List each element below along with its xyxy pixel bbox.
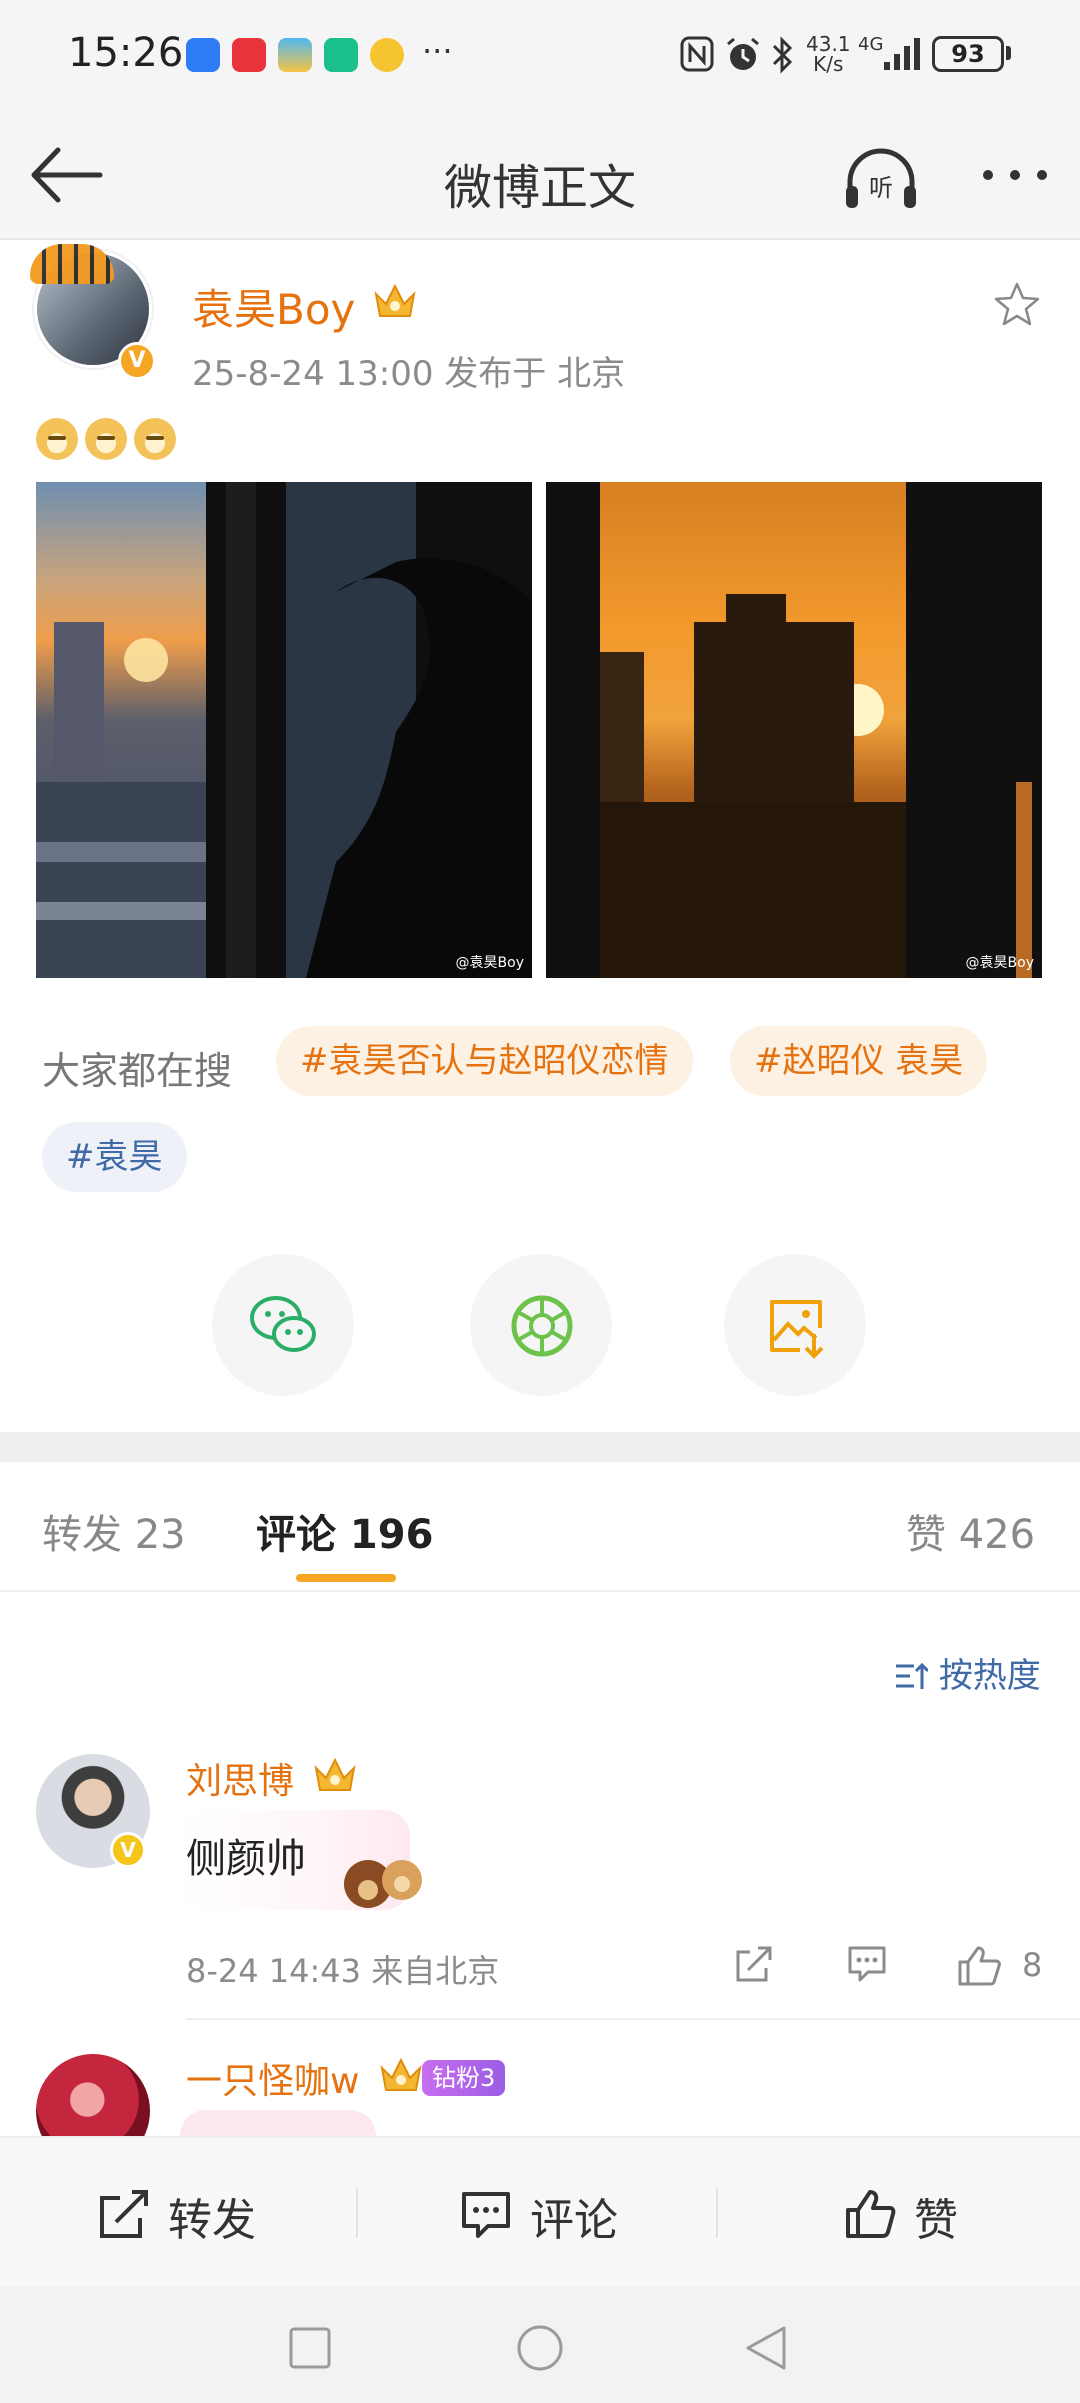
back-icon[interactable] <box>744 2324 788 2372</box>
image-watermark: @袁昊Boy <box>455 955 524 971</box>
doge-emoji-icon <box>36 418 78 460</box>
tab-likes[interactable]: 赞 426 <box>906 1502 1035 1560</box>
comment-like-count: 8 <box>1022 1946 1043 1984</box>
post-emoji-row <box>36 418 178 464</box>
fan-level-badge: 钻粉3 <box>422 2060 506 2096</box>
repost-icon <box>100 2190 148 2238</box>
avatar-frame-tiger <box>30 244 114 284</box>
vip-crown-icon <box>374 283 416 317</box>
trending-search-label: 大家都在搜 <box>42 1049 233 1093</box>
share-moments-button[interactable] <box>470 1254 612 1396</box>
status-time: 15:26 <box>68 30 184 76</box>
network-type: 4G <box>858 34 884 55</box>
verified-badge-icon: V <box>110 1832 146 1868</box>
battery-indicator: 93 <box>932 36 1004 72</box>
post-image-1[interactable]: @袁昊Boy <box>36 482 532 978</box>
trending-tag[interactable]: #袁昊否认与赵昭仪恋情 <box>276 1026 693 1096</box>
reply-comment-icon[interactable] <box>846 1944 888 1984</box>
bluetooth-icon <box>772 36 793 74</box>
commenter-name[interactable]: 刘思博 <box>186 1752 294 1804</box>
signal-icon <box>884 38 920 70</box>
top-nav-bar: 微博正文 听 <box>0 110 1080 240</box>
svg-text:听: 听 <box>869 174 893 202</box>
action-separator <box>716 2188 718 2238</box>
status-bar: 15:26 ··· 43.1 K/s 4G 93 <box>0 0 1080 110</box>
notification-app-icon <box>324 38 358 72</box>
tab-comments[interactable]: 评论 196 <box>256 1502 433 1560</box>
author-username[interactable]: 袁昊Boy <box>192 276 355 337</box>
post-meta: 25-8-24 13:00 发布于 北京 <box>192 354 626 394</box>
vip-crown-icon <box>314 1757 356 1791</box>
more-options-icon[interactable] <box>978 150 1052 200</box>
comment-label: 评论 <box>530 2195 618 2246</box>
system-navigation-bar <box>0 2286 1080 2403</box>
like-icon <box>846 2190 896 2238</box>
tab-reposts[interactable]: 转发 23 <box>42 1502 186 1560</box>
vip-crown-icon <box>380 2057 422 2091</box>
post-image-2[interactable]: @袁昊Boy <box>546 482 1042 978</box>
more-notifications-indicator: ··· <box>422 32 453 70</box>
doge-emoji-icon <box>85 418 128 460</box>
comment-text: 侧颜帅 <box>186 1836 306 1882</box>
save-image-icon <box>770 1300 824 1359</box>
verified-badge-icon: V <box>118 342 156 380</box>
favorite-star-icon[interactable] <box>992 280 1042 330</box>
action-separator <box>356 2188 358 2238</box>
bottom-action-bar: 转发 评论 赞 <box>0 2136 1080 2286</box>
tabs-divider <box>0 1590 1080 1592</box>
battery-tip <box>1006 46 1011 60</box>
image-watermark: @袁昊Boy <box>965 955 1034 971</box>
notification-app-icon <box>278 38 312 72</box>
home-icon[interactable] <box>516 2324 564 2372</box>
active-tab-indicator <box>296 1574 396 1582</box>
like-comment-icon[interactable] <box>956 1944 1002 1988</box>
commenter-name[interactable]: 一只怪咖w <box>186 2052 359 2104</box>
comment-divider <box>186 2018 1080 2020</box>
network-speed: 43.1 K/s <box>806 32 851 76</box>
alarm-icon <box>727 37 759 70</box>
sort-by-hot-button[interactable]: 按热度 <box>894 1648 1041 1697</box>
doge-emoji-icon <box>134 418 177 460</box>
weibo-notification-icon <box>370 38 404 72</box>
notification-app-icon <box>232 38 266 72</box>
section-divider <box>0 1432 1080 1462</box>
wechat-icon <box>250 1296 316 1352</box>
listen-headphones-icon[interactable]: 听 <box>842 146 920 212</box>
recent-apps-icon[interactable] <box>288 2326 332 2370</box>
share-wechat-button[interactable] <box>212 1254 354 1396</box>
save-image-button[interactable] <box>724 1254 866 1396</box>
comment-icon <box>462 2192 510 2238</box>
wechat-moments-icon <box>511 1295 573 1357</box>
sort-label: 按热度 <box>938 1656 1041 1696</box>
trending-tag[interactable]: #赵昭仪 袁昊 <box>730 1026 988 1096</box>
bear-sticker-icon <box>344 1860 422 1908</box>
sort-icon <box>896 1662 930 1689</box>
like-label: 赞 <box>914 2195 958 2246</box>
comment-meta: 8-24 14:43 来自北京 <box>186 1952 500 1990</box>
repost-label: 转发 <box>168 2195 256 2246</box>
notification-app-icon <box>186 38 220 72</box>
nfc-icon <box>680 36 714 72</box>
repost-comment-icon[interactable] <box>734 1944 774 1984</box>
trending-tag[interactable]: #袁昊 <box>42 1122 187 1192</box>
